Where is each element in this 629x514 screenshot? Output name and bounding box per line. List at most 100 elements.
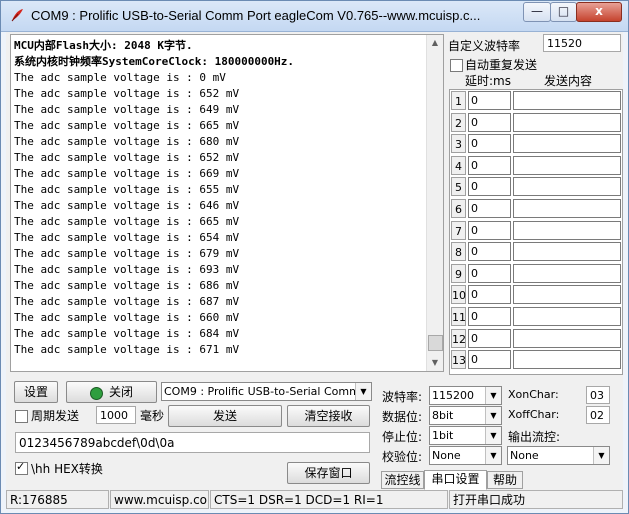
delay-input[interactable]: 0 (468, 91, 511, 110)
send-content-input[interactable] (513, 285, 621, 305)
minimize-button[interactable]: — (523, 2, 551, 22)
flow-control-value: None (510, 449, 539, 462)
scroll-up-icon[interactable]: ▲ (427, 35, 443, 51)
multi-send-panel: 自定义波特率 11520 自动重复发送 延时:ms 发送内容 102030405… (446, 32, 623, 375)
console-header-line: MCU内部Flash大小: 2048 K字节. (14, 39, 193, 52)
hex-convert-checkbox[interactable] (15, 460, 28, 475)
stop-bits-select[interactable]: 1bit ▼ (429, 426, 502, 445)
console-line: The adc sample voltage is : 660 mV (14, 311, 240, 324)
chevron-down-icon[interactable]: ▼ (485, 427, 501, 444)
settings-button[interactable]: 设置 (14, 381, 58, 403)
console-line: The adc sample voltage is : 687 mV (14, 295, 240, 308)
chevron-down-icon[interactable]: ▼ (485, 407, 501, 424)
tab-flow-lines[interactable]: 流控线 (381, 471, 424, 489)
close-port-button[interactable]: 关闭 (66, 381, 157, 403)
parity-select[interactable]: None ▼ (429, 446, 502, 465)
xon-input[interactable]: 03 (586, 386, 610, 404)
send-content-input[interactable] (513, 134, 621, 154)
send-content-input[interactable] (513, 242, 621, 262)
scroll-thumb[interactable] (428, 335, 443, 351)
website-link[interactable]: www.mcuisp.co (110, 490, 209, 509)
send-row-button[interactable]: 12 (451, 328, 466, 348)
scroll-down-icon[interactable]: ▼ (427, 355, 443, 371)
send-content-input[interactable] (513, 263, 621, 283)
delay-input[interactable]: 0 (468, 134, 511, 154)
baud-select[interactable]: 115200 ▼ (429, 386, 502, 405)
tab-help[interactable]: 帮助 (487, 471, 523, 489)
send-content-input[interactable] (513, 199, 621, 218)
maximize-button[interactable]: □ (550, 2, 577, 22)
save-window-button[interactable]: 保存窗口 (287, 462, 370, 484)
stop-bits-label: 停止位: (382, 430, 423, 444)
chevron-down-icon[interactable]: ▼ (485, 387, 501, 404)
baud-label: 波特率: (382, 390, 423, 404)
delay-input[interactable]: 0 (468, 199, 511, 218)
send-row-button[interactable]: 6 (451, 199, 466, 218)
baud-value: 115200 (432, 389, 474, 402)
title-bar[interactable]: COM9 : Prolific USB-to-Serial Comm Port … (1, 1, 628, 32)
tab-serial-settings[interactable]: 串口设置 (424, 470, 487, 490)
send-row: 13 0 (450, 349, 622, 370)
send-content-input[interactable] (513, 177, 621, 197)
console-text: MCU内部Flash大小: 2048 K字节. 系统内核时钟频率SystemCor… (14, 38, 294, 358)
delay-input[interactable]: 0 (468, 112, 511, 132)
delay-input[interactable]: 0 (468, 220, 511, 240)
delay-input[interactable]: 0 (468, 177, 511, 197)
clear-receive-button[interactable]: 清空接收 (287, 405, 370, 427)
send-row-button[interactable]: 11 (451, 307, 466, 326)
status-indicator-icon (90, 387, 103, 400)
period-input[interactable]: 1000 (96, 406, 136, 424)
delay-input[interactable]: 0 (468, 285, 511, 305)
flow-control-label: 输出流控: (508, 430, 561, 444)
port-select[interactable]: COM9 : Prolific USB-to-Serial Comm Port … (161, 382, 372, 401)
delay-input[interactable]: 0 (468, 155, 511, 175)
console-line: The adc sample voltage is : 0 mV (14, 71, 226, 84)
periodic-send-label: 周期发送 (31, 409, 80, 423)
console-line: The adc sample voltage is : 684 mV (14, 327, 240, 340)
send-content-input[interactable] (513, 91, 621, 110)
send-content-input[interactable] (513, 328, 621, 348)
chevron-down-icon[interactable]: ▼ (485, 447, 501, 464)
send-row: 50 (450, 176, 622, 197)
console-header-line: 系统内核时钟频率SystemCoreClock: 180000000Hz. (14, 55, 295, 68)
delay-input[interactable]: 0 (468, 263, 511, 283)
chevron-down-icon[interactable]: ▼ (593, 447, 609, 464)
console-line: The adc sample voltage is : 652 mV (14, 151, 240, 164)
send-row-button[interactable]: 13 (451, 350, 466, 370)
auto-resend-checkbox[interactable] (450, 59, 463, 72)
xoff-input[interactable]: 02 (586, 406, 610, 424)
send-row-button[interactable]: 1 (451, 91, 466, 110)
custom-baud-input[interactable]: 11520 (543, 34, 621, 52)
send-row-button[interactable]: 5 (451, 177, 466, 197)
flow-control-select[interactable]: None ▼ (507, 446, 610, 465)
console-line: The adc sample voltage is : 671 mV (14, 343, 240, 356)
receive-console[interactable]: MCU内部Flash大小: 2048 K字节. 系统内核时钟频率SystemCor… (10, 34, 444, 372)
send-button[interactable]: 发送 (168, 405, 282, 427)
send-content-input[interactable] (513, 350, 621, 370)
send-row-button[interactable]: 8 (451, 242, 466, 262)
delay-input[interactable]: 0 (468, 328, 511, 348)
delay-input[interactable]: 0 (468, 307, 511, 326)
delay-input[interactable]: 0 (468, 242, 511, 262)
send-row-button[interactable]: 7 (451, 220, 466, 240)
close-button[interactable]: x (576, 2, 622, 22)
send-row-button[interactable]: 2 (451, 112, 466, 132)
chevron-down-icon[interactable]: ▼ (355, 383, 371, 400)
send-row-button[interactable]: 9 (451, 263, 466, 283)
ms-label: 毫秒 (140, 409, 165, 423)
received-count: R:176885 (6, 490, 109, 509)
console-line: The adc sample voltage is : 646 mV (14, 199, 240, 212)
send-content-input[interactable] (513, 220, 621, 240)
send-input[interactable]: 0123456789abcdef\0d\0a (15, 432, 370, 453)
delay-input[interactable]: 0 (468, 350, 511, 370)
send-content-input[interactable] (513, 112, 621, 132)
send-row-button[interactable]: 4 (451, 155, 466, 175)
send-content-input[interactable] (513, 307, 621, 326)
periodic-send-checkbox[interactable] (15, 410, 28, 423)
console-scrollbar[interactable]: ▲ ▼ (426, 35, 443, 371)
send-row-button[interactable]: 10 (451, 285, 466, 305)
data-bits-select[interactable]: 8bit ▼ (429, 406, 502, 425)
send-row-button[interactable]: 3 (451, 134, 466, 154)
send-content-input[interactable] (513, 155, 621, 175)
hex-convert-label: \hh HEX转换 (31, 462, 103, 476)
